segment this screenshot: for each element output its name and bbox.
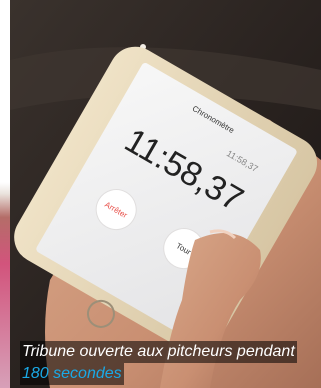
photo-scene: Chronomètre 11:58,37 11:58,37 Arrêter To… xyxy=(10,0,321,388)
left-edge-strip xyxy=(0,0,10,388)
stopwatch-photo: Chronomètre 11:58,37 11:58,37 Arrêter To… xyxy=(10,0,321,388)
caption-line-1: Tribune ouverte aux pitcheurs pendant xyxy=(20,341,297,363)
photo-caption: Tribune ouverte aux pitcheurs pendant 18… xyxy=(20,341,321,385)
caption-line-2: 180 secondes xyxy=(20,363,124,385)
